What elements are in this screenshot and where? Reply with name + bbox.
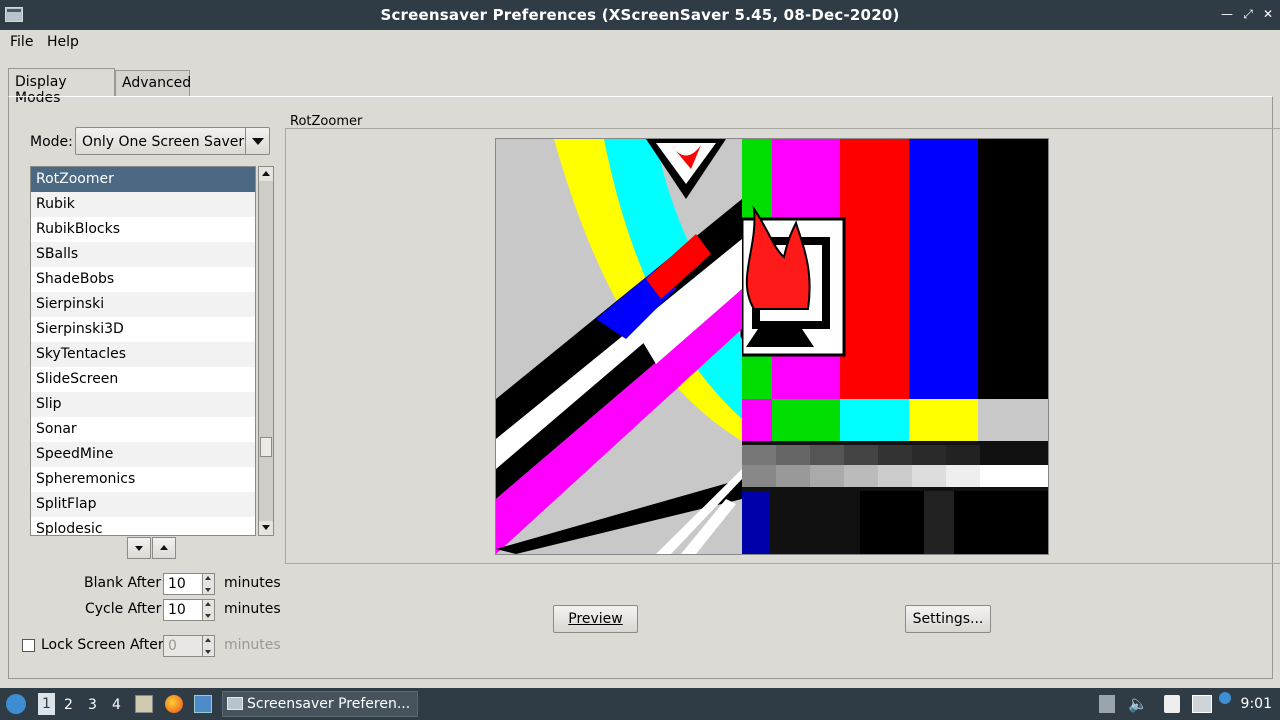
list-item[interactable]: SBalls	[31, 242, 255, 267]
arrow-down-icon	[135, 546, 143, 551]
mode-select-value: Only One Screen Saver	[82, 134, 245, 150]
eject-icon[interactable]	[1099, 695, 1115, 713]
lock-screen-label[interactable]: Lock Screen After	[41, 637, 164, 653]
list-item[interactable]: SplitFlap	[31, 492, 255, 517]
menu-file[interactable]: File	[10, 34, 33, 50]
list-item[interactable]: Splodesic	[31, 517, 255, 535]
spinner-arrows-icon[interactable]	[202, 600, 214, 620]
taskbar-item-label: Screensaver Preferen...	[247, 696, 411, 712]
firefox-icon[interactable]	[165, 695, 183, 713]
lock-screen-checkbox[interactable]	[22, 639, 35, 652]
display-icon[interactable]	[1192, 695, 1212, 713]
chevron-down-icon[interactable]	[245, 128, 269, 154]
list-item[interactable]: RubikBlocks	[31, 217, 255, 242]
cycle-after-unit: minutes	[224, 601, 281, 617]
tab-display-modes[interactable]: Display Modes	[8, 68, 115, 106]
list-item[interactable]: Rubik	[31, 192, 255, 217]
spinner-arrows-icon	[202, 636, 214, 656]
list-item[interactable]: Sierpinski	[31, 292, 255, 317]
cycle-after-value[interactable]: 10	[168, 602, 186, 618]
volume-icon[interactable]: 🔈	[1128, 695, 1148, 713]
notification-icon[interactable]	[1219, 692, 1231, 704]
cycle-after-label: Cycle After	[85, 601, 162, 617]
taskbar: 1234 Screensaver Preferen... 🔈 9:01	[0, 688, 1280, 720]
window-icon	[227, 697, 243, 710]
workspace-2[interactable]: 2	[64, 697, 73, 713]
list-item[interactable]: SpeedMine	[31, 442, 255, 467]
start-menu-icon[interactable]	[6, 694, 26, 714]
menu-help[interactable]: Help	[47, 34, 79, 50]
blank-after-value[interactable]: 10	[168, 576, 186, 592]
lock-after-unit: minutes	[224, 637, 281, 653]
list-item[interactable]: SkyTentacles	[31, 342, 255, 367]
list-item[interactable]: Sonar	[31, 417, 255, 442]
desktop-icon[interactable]	[194, 695, 212, 713]
mode-label: Mode:	[30, 134, 73, 150]
list-item[interactable]: Slip	[31, 392, 255, 417]
settings-button[interactable]: Settings...	[905, 605, 991, 633]
scroll-down-icon[interactable]	[259, 521, 273, 535]
menubar: File Help	[0, 30, 1280, 54]
arrow-up-icon	[160, 545, 168, 550]
scroll-up-icon[interactable]	[259, 167, 273, 181]
clock[interactable]: 9:01	[1241, 696, 1272, 712]
window-title: Screensaver Preferences (XScreenSaver 5.…	[380, 6, 900, 24]
settings-button-label: Settings...	[912, 611, 984, 627]
list-item[interactable]: RotZoomer	[31, 167, 255, 192]
clipboard-icon[interactable]	[1164, 695, 1180, 713]
list-item[interactable]: Spheremonics	[31, 467, 255, 492]
workspace-1[interactable]: 1	[38, 693, 55, 715]
preview-button-label: Preview	[568, 611, 623, 627]
prev-saver-button[interactable]	[152, 537, 176, 559]
taskbar-item-screensaver[interactable]: Screensaver Preferen...	[222, 691, 418, 717]
tab-advanced[interactable]: Advanced	[115, 70, 191, 96]
list-item[interactable]: ShadeBobs	[31, 267, 255, 292]
lock-after-value: 0	[168, 638, 177, 654]
preview-frame-title: RotZoomer	[290, 114, 363, 129]
next-saver-button[interactable]	[127, 537, 151, 559]
scroll-thumb[interactable]	[260, 437, 272, 457]
close-icon[interactable]: ✕	[1259, 5, 1277, 23]
minimize-icon[interactable]: —	[1218, 5, 1236, 23]
workspace-3[interactable]: 3	[88, 697, 97, 713]
mode-select[interactable]: Only One Screen Saver	[75, 127, 270, 155]
saver-list[interactable]: RotZoomer Rubik RubikBlocks SBalls ShadeBobs…	[30, 166, 256, 536]
cycle-after-spinner[interactable]: 10	[163, 599, 215, 621]
screensaver-preview	[495, 138, 1049, 555]
list-item[interactable]: SlideScreen	[31, 367, 255, 392]
window-titlebar: Screensaver Preferences (XScreenSaver 5.…	[0, 0, 1280, 30]
blank-after-unit: minutes	[224, 575, 281, 591]
blank-after-label: Blank After	[84, 575, 162, 591]
preview-button[interactable]: Preview	[553, 605, 638, 633]
spinner-arrows-icon[interactable]	[202, 574, 214, 594]
saver-list-scrollbar[interactable]	[258, 166, 274, 536]
file-manager-icon[interactable]	[135, 695, 153, 713]
maximize-icon[interactable]: ⤢	[1239, 5, 1257, 23]
workspace-4[interactable]: 4	[112, 697, 121, 713]
preview-image	[496, 139, 1048, 554]
list-item[interactable]: Sierpinski3D	[31, 317, 255, 342]
lock-after-spinner: 0	[163, 635, 215, 657]
blank-after-spinner[interactable]: 10	[163, 573, 215, 595]
